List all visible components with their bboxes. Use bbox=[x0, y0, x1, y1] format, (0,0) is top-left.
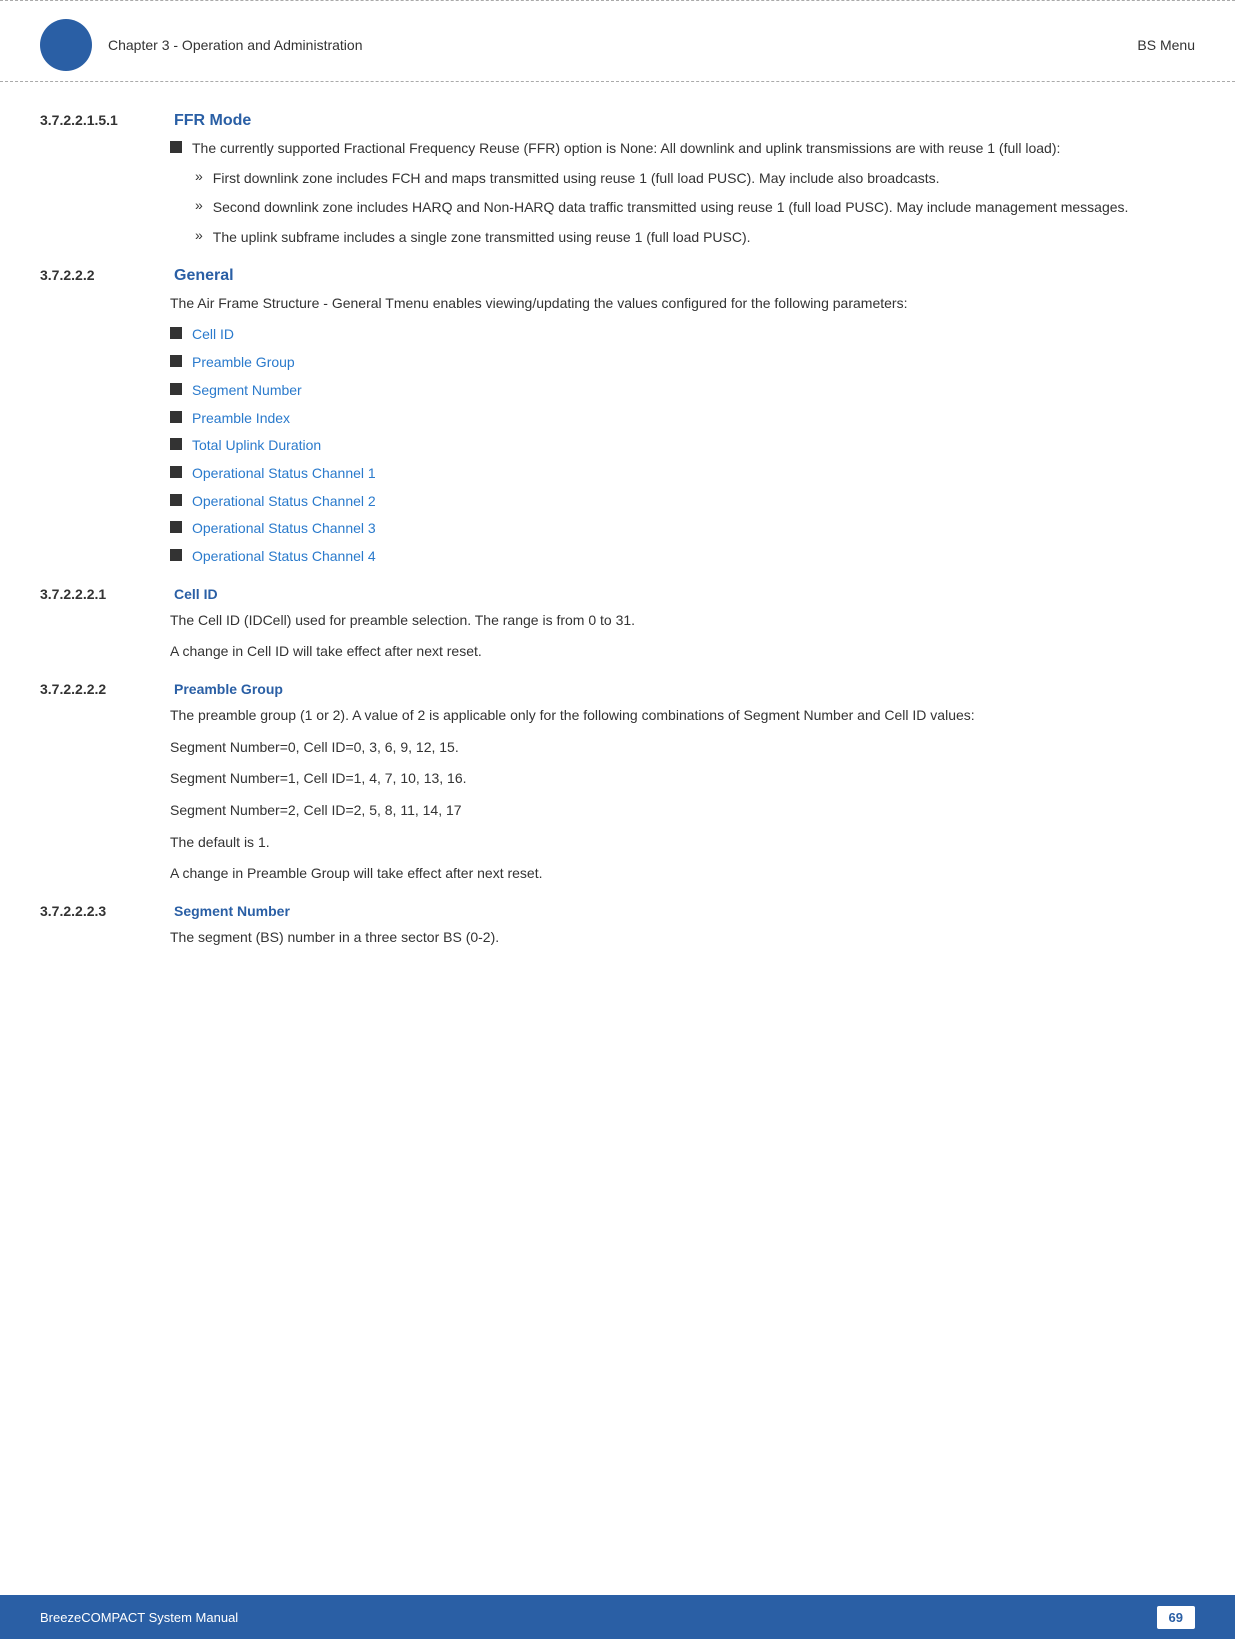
cell-id-title: Cell ID bbox=[174, 586, 218, 602]
bullet-op-channel-4: Operational Status Channel 4 bbox=[170, 546, 1195, 568]
bullet-cell-id: Cell ID bbox=[170, 324, 1195, 346]
link-total-uplink: Total Uplink Duration bbox=[192, 435, 321, 457]
cell-id-heading-row: 3.7.2.2.2.1 Cell ID bbox=[40, 586, 1195, 602]
bullet-sq-op-ch-3 bbox=[170, 521, 182, 533]
chevron-icon-2: » bbox=[195, 197, 203, 213]
link-cell-id: Cell ID bbox=[192, 324, 234, 346]
link-op-channel-3: Operational Status Channel 3 bbox=[192, 518, 376, 540]
bullet-op-channel-3: Operational Status Channel 3 bbox=[170, 518, 1195, 540]
link-op-channel-2: Operational Status Channel 2 bbox=[192, 491, 376, 513]
bullet-sq-preamble-index bbox=[170, 411, 182, 423]
subsection-preamble-group: 3.7.2.2.2.2 Preamble Group The preamble … bbox=[40, 681, 1195, 885]
preamble-group-body3: Segment Number=1, Cell ID=1, 4, 7, 10, 1… bbox=[170, 768, 1195, 790]
link-preamble-index: Preamble Index bbox=[192, 408, 290, 430]
link-segment-number: Segment Number bbox=[192, 380, 302, 402]
cell-id-body1: The Cell ID (IDCell) used for preamble s… bbox=[170, 610, 1195, 632]
preamble-group-body1: The preamble group (1 or 2). A value of … bbox=[170, 705, 1195, 727]
page-header: Chapter 3 - Operation and Administration… bbox=[0, 1, 1235, 82]
bullet-sq-segment-number bbox=[170, 383, 182, 395]
bullet-sq-op-ch-4 bbox=[170, 549, 182, 561]
ffr-sub-text-1: First downlink zone includes FCH and map… bbox=[213, 168, 940, 190]
section-ffr-mode: 3.7.2.2.1.5.1 FFR Mode The currently sup… bbox=[40, 112, 1195, 249]
ffr-bullet-item: The currently supported Fractional Frequ… bbox=[170, 138, 1195, 160]
segment-number-num: 3.7.2.2.2.3 bbox=[40, 903, 170, 919]
bullet-total-uplink: Total Uplink Duration bbox=[170, 435, 1195, 457]
ffr-section-title: FFR Mode bbox=[174, 112, 251, 130]
link-op-channel-1: Operational Status Channel 1 bbox=[192, 463, 376, 485]
preamble-group-num: 3.7.2.2.2.2 bbox=[40, 681, 170, 697]
segment-number-title: Segment Number bbox=[174, 903, 290, 919]
bullet-preamble-index: Preamble Index bbox=[170, 408, 1195, 430]
preamble-group-body4: Segment Number=2, Cell ID=2, 5, 8, 11, 1… bbox=[170, 800, 1195, 822]
ffr-sub-bullet-1: » First downlink zone includes FCH and m… bbox=[195, 168, 1195, 190]
cell-id-num: 3.7.2.2.2.1 bbox=[40, 586, 170, 602]
subsection-cell-id: 3.7.2.2.2.1 Cell ID The Cell ID (IDCell)… bbox=[40, 586, 1195, 663]
bullet-op-channel-1: Operational Status Channel 1 bbox=[170, 463, 1195, 485]
chevron-icon-1: » bbox=[195, 168, 203, 184]
ffr-sub-bullet-3: » The uplink subframe includes a single … bbox=[195, 227, 1195, 249]
preamble-group-body5: The default is 1. bbox=[170, 832, 1195, 854]
bullet-sq-op-ch-1 bbox=[170, 466, 182, 478]
chapter-icon bbox=[40, 19, 92, 71]
cell-id-body2: A change in Cell ID will take effect aft… bbox=[170, 641, 1195, 663]
ffr-body-text: The currently supported Fractional Frequ… bbox=[192, 138, 1060, 160]
preamble-group-heading-row: 3.7.2.2.2.2 Preamble Group bbox=[40, 681, 1195, 697]
chevron-icon-3: » bbox=[195, 227, 203, 243]
bullet-sq-op-ch-2 bbox=[170, 494, 182, 506]
footer-page-number: 69 bbox=[1157, 1606, 1195, 1629]
preamble-group-body6: A change in Preamble Group will take eff… bbox=[170, 863, 1195, 885]
ffr-main-bullet: The currently supported Fractional Frequ… bbox=[170, 138, 1195, 160]
subsection-segment-number: 3.7.2.2.2.3 Segment Number The segment (… bbox=[40, 903, 1195, 949]
footer-brand: BreezeCOMPACT System Manual bbox=[40, 1610, 238, 1625]
preamble-group-title: Preamble Group bbox=[174, 681, 283, 697]
ffr-sub-bullets: » First downlink zone includes FCH and m… bbox=[195, 168, 1195, 249]
bullet-sq-cell-id bbox=[170, 327, 182, 339]
segment-number-body1: The segment (BS) number in a three secto… bbox=[170, 927, 1195, 949]
chapter-title: Chapter 3 - Operation and Administration bbox=[108, 37, 362, 53]
section-label: BS Menu bbox=[1137, 37, 1195, 53]
link-preamble-group: Preamble Group bbox=[192, 352, 295, 374]
ffr-sub-bullet-2: » Second downlink zone includes HARQ and… bbox=[195, 197, 1195, 219]
general-heading-row: 3.7.2.2.2 General bbox=[40, 267, 1195, 285]
preamble-group-body2: Segment Number=0, Cell ID=0, 3, 6, 9, 12… bbox=[170, 737, 1195, 759]
bullet-preamble-group: Preamble Group bbox=[170, 352, 1195, 374]
general-body-text: The Air Frame Structure - General Tmenu … bbox=[170, 293, 1195, 315]
bullet-square-icon bbox=[170, 141, 182, 153]
ffr-section-num: 3.7.2.2.1.5.1 bbox=[40, 112, 170, 128]
general-section-title: General bbox=[174, 267, 234, 285]
main-content: 3.7.2.2.1.5.1 FFR Mode The currently sup… bbox=[0, 82, 1235, 1047]
page-footer: BreezeCOMPACT System Manual 69 bbox=[0, 1595, 1235, 1639]
section-general: 3.7.2.2.2 General The Air Frame Structur… bbox=[40, 267, 1195, 568]
general-bullet-list: Cell ID Preamble Group Segment Number Pr… bbox=[170, 324, 1195, 567]
ffr-sub-text-3: The uplink subframe includes a single zo… bbox=[213, 227, 751, 249]
bullet-sq-preamble-group bbox=[170, 355, 182, 367]
segment-number-heading-row: 3.7.2.2.2.3 Segment Number bbox=[40, 903, 1195, 919]
link-op-channel-4: Operational Status Channel 4 bbox=[192, 546, 376, 568]
bullet-sq-total-uplink bbox=[170, 438, 182, 450]
ffr-heading-row: 3.7.2.2.1.5.1 FFR Mode bbox=[40, 112, 1195, 130]
bullet-op-channel-2: Operational Status Channel 2 bbox=[170, 491, 1195, 513]
ffr-sub-text-2: Second downlink zone includes HARQ and N… bbox=[213, 197, 1129, 219]
general-section-num: 3.7.2.2.2 bbox=[40, 267, 170, 283]
bullet-segment-number: Segment Number bbox=[170, 380, 1195, 402]
